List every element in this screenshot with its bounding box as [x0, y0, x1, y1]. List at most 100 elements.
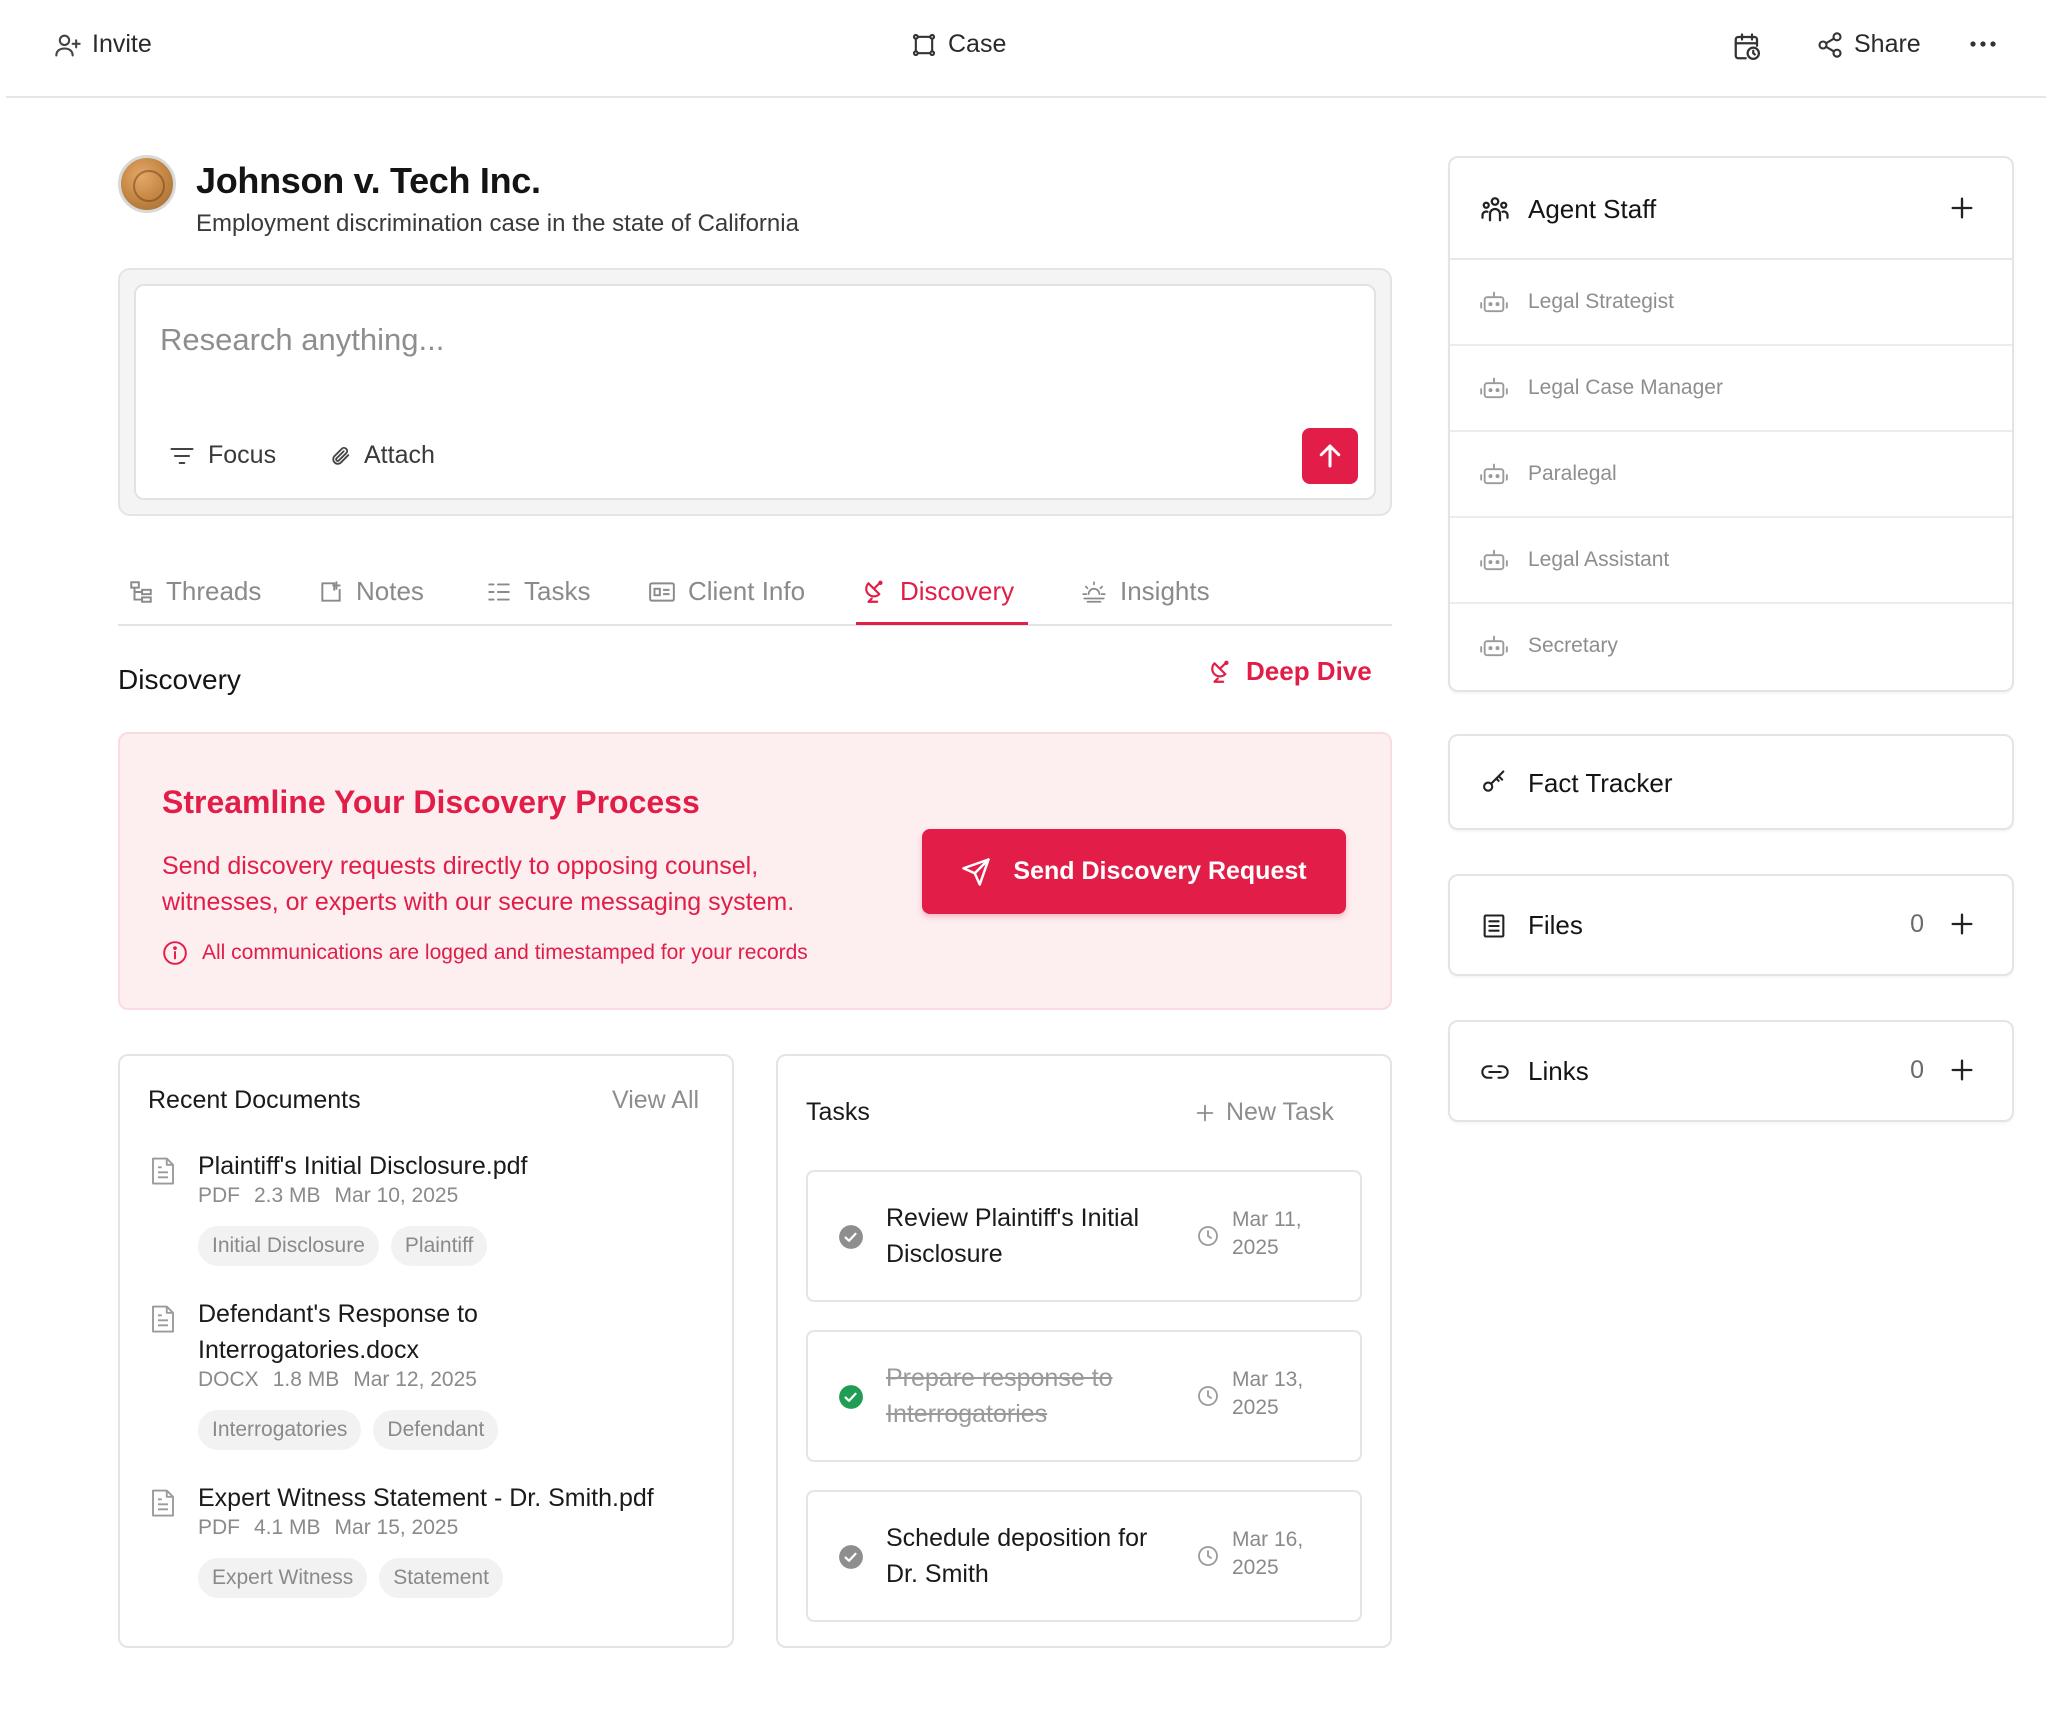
document-tag: Defendant — [373, 1410, 499, 1450]
add-file-button[interactable] — [1948, 910, 1976, 938]
case-button[interactable]: Case — [910, 30, 1006, 59]
tab-bar: Threads Notes Tasks Client Info Discover… — [118, 570, 1392, 626]
view-all-link[interactable]: View All — [612, 1086, 699, 1115]
share-label: Share — [1854, 30, 1921, 58]
document-tag: Interrogatories — [198, 1410, 362, 1450]
tab-label: Threads — [166, 576, 262, 606]
agent-name: Legal Case Manager — [1528, 376, 1723, 399]
document-type: DOCX — [198, 1368, 259, 1391]
discovery-icon — [1208, 659, 1234, 685]
document-tags: Expert Witness Statement — [198, 1558, 503, 1598]
task-item[interactable]: Schedule deposition for Dr. Smith Mar 16… — [806, 1490, 1362, 1622]
document-meta: DOCX 1.8 MB Mar 12, 2025 — [198, 1368, 477, 1392]
links-panel[interactable]: Links 0 — [1448, 1020, 2014, 1122]
task-title: Schedule deposition for Dr. Smith — [886, 1524, 1148, 1588]
tab-label: Notes — [356, 576, 424, 606]
insights-icon — [1080, 579, 1108, 605]
calendar-clock-icon — [1732, 32, 1762, 62]
deep-dive-label: Deep Dive — [1246, 656, 1372, 686]
task-done-check-icon[interactable] — [838, 1384, 864, 1410]
bot-icon — [1480, 462, 1508, 488]
task-date: Mar 16, 2025 — [1232, 1528, 1304, 1579]
info-icon — [162, 940, 188, 966]
fact-tracker-panel[interactable]: Fact Tracker — [1448, 734, 2014, 830]
more-options-button[interactable] — [1968, 34, 1998, 54]
banner-text: Send discovery requests directly to oppo… — [162, 852, 795, 916]
document-name: Defendant's Response to Interrogatories.… — [198, 1300, 478, 1364]
tab-label: Insights — [1120, 576, 1210, 606]
bot-icon — [1480, 634, 1508, 660]
paperclip-icon — [330, 445, 352, 467]
task-check-icon[interactable] — [838, 1224, 864, 1250]
bot-icon — [1480, 290, 1508, 316]
file-icon — [150, 1488, 176, 1518]
agent-item-legal-case-manager[interactable]: Legal Case Manager — [1450, 346, 2012, 432]
add-agent-button[interactable] — [1948, 194, 1976, 222]
invite-button[interactable]: Invite — [54, 30, 152, 59]
tab-threads[interactable]: Threads — [128, 576, 261, 607]
threads-icon — [128, 579, 154, 605]
attach-button[interactable]: Attach — [330, 441, 435, 470]
document-tag: Expert Witness — [198, 1558, 368, 1598]
agent-name: Legal Assistant — [1528, 548, 1670, 571]
agent-name: Paralegal — [1528, 462, 1617, 485]
agent-name: Secretary — [1528, 634, 1618, 657]
task-date: Mar 11, 2025 — [1232, 1208, 1302, 1259]
banner-note: All communications are logged and timest… — [162, 940, 808, 966]
tab-notes[interactable]: Notes — [318, 576, 424, 607]
agent-staff-header: Agent Staff — [1450, 158, 2012, 260]
new-task-button[interactable]: New Task — [1194, 1098, 1334, 1127]
add-link-button[interactable] — [1948, 1056, 1976, 1084]
files-panel[interactable]: Files 0 — [1448, 874, 2014, 976]
agent-item-legal-strategist[interactable]: Legal Strategist — [1450, 260, 2012, 346]
recent-documents-title: Recent Documents — [148, 1086, 361, 1114]
focus-button[interactable]: Focus — [168, 441, 276, 470]
task-item[interactable]: Prepare response to Interrogatories Mar … — [806, 1330, 1362, 1462]
document-meta: PDF 4.1 MB Mar 15, 2025 — [198, 1516, 458, 1540]
agent-item-paralegal[interactable]: Paralegal — [1450, 432, 2012, 518]
send-discovery-request-button[interactable]: Send Discovery Request — [922, 829, 1346, 914]
links-count: 0 — [1910, 1056, 1924, 1084]
case-title: Johnson v. Tech Inc. — [196, 160, 541, 201]
search-box — [134, 284, 1376, 500]
people-icon — [1480, 194, 1510, 224]
plus-icon — [1194, 1102, 1216, 1124]
research-input[interactable] — [160, 322, 1260, 358]
client-info-icon — [648, 579, 676, 605]
document-name: Expert Witness Statement - Dr. Smith.pdf — [198, 1484, 654, 1512]
banner-note-text: All communications are logged and timest… — [202, 941, 808, 964]
deep-dive-button[interactable]: Deep Dive — [1208, 656, 1372, 687]
file-icon — [150, 1156, 176, 1186]
submit-search-button[interactable] — [1302, 428, 1358, 484]
agent-staff-panel: Agent Staff Legal Strategist Legal Case … — [1448, 156, 2014, 692]
share-icon — [1816, 31, 1844, 59]
document-meta: PDF 2.3 MB Mar 10, 2025 — [198, 1184, 458, 1208]
document-tag: Initial Disclosure — [198, 1226, 379, 1266]
task-item[interactable]: Review Plaintiff's Initial Disclosure Ma… — [806, 1170, 1362, 1302]
tasks-icon — [486, 579, 512, 605]
agent-item-secretary[interactable]: Secretary — [1450, 604, 2012, 690]
send-icon — [961, 857, 991, 887]
task-title: Review Plaintiff's Initial Disclosure — [886, 1204, 1140, 1268]
task-check-icon[interactable] — [838, 1544, 864, 1570]
notes-icon — [318, 579, 344, 605]
tab-insights[interactable]: Insights — [1080, 576, 1210, 607]
tab-tasks[interactable]: Tasks — [486, 576, 590, 607]
link-icon — [1480, 1058, 1510, 1086]
document-size: 4.1 MB — [254, 1516, 321, 1539]
section-title: Discovery — [118, 664, 241, 695]
tab-discovery[interactable]: Discovery — [862, 576, 1014, 607]
document-tags: Interrogatories Defendant — [198, 1410, 499, 1450]
share-button[interactable]: Share — [1816, 30, 1921, 59]
invite-label: Invite — [92, 30, 152, 58]
tab-label: Tasks — [524, 576, 591, 606]
document-size: 2.3 MB — [254, 1184, 321, 1207]
arrow-up-icon — [1315, 441, 1345, 471]
new-task-label: New Task — [1226, 1098, 1334, 1126]
key-icon — [1480, 768, 1508, 796]
agent-name: Legal Strategist — [1528, 290, 1674, 313]
schedule-button[interactable] — [1732, 32, 1762, 62]
tab-client-info[interactable]: Client Info — [648, 576, 805, 607]
agent-item-legal-assistant[interactable]: Legal Assistant — [1450, 518, 2012, 604]
clock-icon — [1196, 1224, 1220, 1248]
